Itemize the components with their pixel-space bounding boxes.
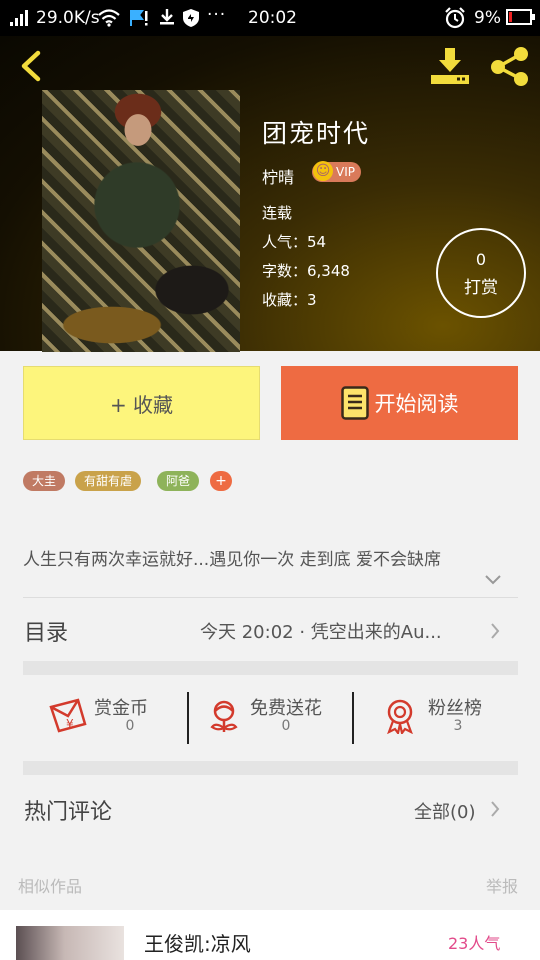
stat-value: 3: [453, 718, 463, 734]
stat-divider: [352, 692, 354, 744]
all-comments-label: 全部(0): [414, 802, 476, 823]
tag-chip[interactable]: 有甜有虐: [75, 471, 142, 491]
wifi-icon: [98, 9, 120, 27]
author-name[interactable]: 柠晴: [262, 164, 294, 188]
flag-icon: [130, 10, 148, 26]
back-arrow-icon[interactable]: [14, 48, 50, 84]
tag-chip[interactable]: 大圭: [23, 471, 66, 491]
status-bar: 29.0K/s ··· 20:02 9%: [0, 0, 540, 36]
book-cover[interactable]: [42, 90, 240, 352]
download-book-icon[interactable]: [428, 46, 472, 86]
fan-ranking-stat[interactable]: 粉丝榜 3: [382, 690, 540, 750]
book-icon: [340, 386, 369, 420]
tip-label: 打赏: [464, 278, 498, 298]
popularity-stat: 人气：54: [262, 233, 327, 251]
shield-icon: [183, 9, 199, 27]
serial-status: 连载: [262, 204, 293, 222]
flower-icon: [210, 700, 238, 732]
stat-value: 0: [125, 718, 135, 734]
battery-icon: [506, 9, 535, 25]
book-intro[interactable]: 人生只有两次幸运就好...遇见你一次 走到底 爱不会缺席: [23, 545, 518, 570]
expand-chevron-icon[interactable]: [484, 574, 502, 586]
network-speed: 29.0K/s: [36, 8, 100, 28]
divider: [23, 597, 518, 598]
start-reading-label: 开始阅读: [374, 392, 459, 416]
stat-divider: [187, 692, 189, 744]
stat-value: 0: [281, 718, 291, 734]
free-flower-stat[interactable]: 免费送花 0: [204, 690, 364, 750]
favorites-stat: 收藏：3: [262, 291, 317, 309]
similar-book-title: 王俊凯:凉风: [144, 932, 251, 956]
add-tag-button[interactable]: +: [210, 471, 232, 491]
vip-badge: VIP: [312, 161, 361, 182]
share-icon[interactable]: [488, 46, 532, 86]
stat-label: 赏金币: [94, 698, 148, 719]
add-favorite-label: + 收藏: [109, 392, 174, 417]
tip-button[interactable]: 0 打赏: [436, 228, 526, 318]
chevron-right-icon: [491, 623, 500, 639]
download-icon: [160, 9, 174, 25]
battery-percent: 9%: [474, 8, 501, 28]
more-icon: ···: [207, 5, 227, 25]
medal-icon: [387, 699, 413, 734]
tip-count: 0: [475, 250, 487, 269]
report-link[interactable]: 举报: [486, 873, 518, 897]
signal-icon: [10, 10, 28, 26]
start-reading-button[interactable]: 开始阅读: [281, 366, 518, 440]
book-title: 团宠时代: [262, 119, 371, 148]
latest-chapter: 今天 20:02 · 凭空出来的Au...: [200, 622, 442, 643]
tag-chip[interactable]: 阿爸: [157, 471, 200, 491]
red-envelope-icon: ¥: [49, 698, 87, 733]
alarm-icon: [445, 7, 465, 29]
reward-coins-stat[interactable]: ¥ 赏金币 0: [48, 690, 208, 750]
section-separator: [23, 661, 518, 675]
clock-time: 20:02: [248, 8, 297, 28]
svg-text:¥: ¥: [66, 717, 74, 731]
similar-book-thumbnail: [16, 926, 124, 960]
section-separator: [23, 761, 518, 775]
book-header: 团宠时代 柠晴 VIP 连载 人气：54 字数：6,348 收藏：3 0 打赏: [0, 36, 540, 352]
similar-works-label: 相似作品: [18, 877, 83, 896]
hot-comments-label: 热门评论: [24, 800, 113, 825]
similar-book-popularity: 23人气: [448, 934, 501, 953]
list-item[interactable]: 王俊凯:凉风 23人气: [0, 910, 540, 960]
add-favorite-button[interactable]: + 收藏: [23, 366, 260, 440]
stat-label: 粉丝榜: [428, 698, 482, 719]
stat-label: 免费送花: [250, 698, 322, 719]
catalog-label: 目录: [24, 621, 69, 646]
chevron-right-icon: [491, 801, 500, 817]
word-count-stat: 字数：6,348: [262, 262, 350, 280]
